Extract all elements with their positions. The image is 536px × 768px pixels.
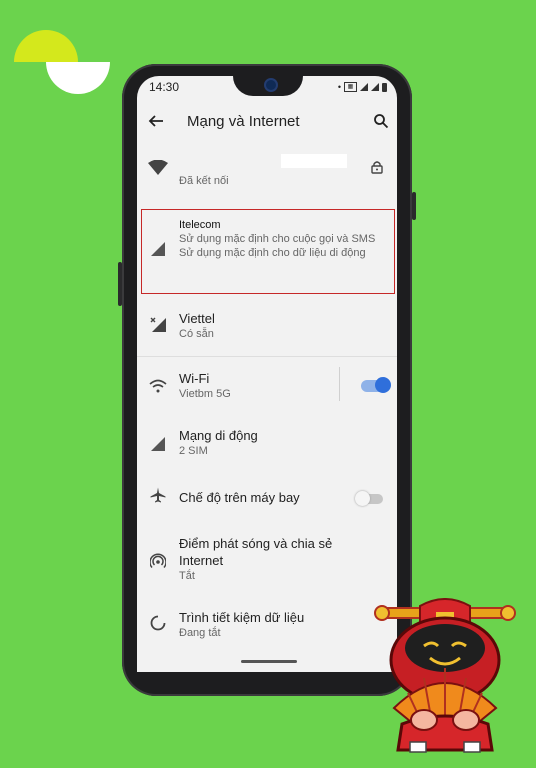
wifi-icon	[149, 379, 167, 393]
data-saver-subtitle: Đang tắt	[179, 627, 221, 639]
list-item-mobile-network[interactable]: Mạng di động 2 SIM	[137, 415, 397, 475]
redacted-network-name	[281, 154, 347, 168]
highlight-box	[141, 209, 395, 294]
list-item-wifi[interactable]: Wi-Fi Vietbm 5G	[137, 357, 397, 415]
mobile-network-title: Mạng di động	[179, 428, 258, 443]
viettel-title: Viettel	[179, 311, 215, 326]
list-item-wifi-connected[interactable]: Đã kết nối	[137, 142, 397, 212]
status-bar: 14:30 • ▦	[149, 80, 387, 94]
mobile-network-subtitle: 2 SIM	[179, 445, 208, 457]
no-signal-icon	[150, 317, 166, 332]
hotspot-icon	[150, 553, 166, 568]
hotspot-subtitle: Tắt	[179, 570, 195, 582]
lock-icon	[371, 161, 383, 174]
signal-icon-2	[371, 83, 379, 91]
list-item-data-saver[interactable]: Trình tiết kiệm dữ liệu Đang tắt	[137, 597, 397, 649]
airplane-icon	[150, 487, 166, 503]
home-indicator	[241, 660, 297, 663]
data-saver-title: Trình tiết kiệm dữ liệu	[179, 610, 305, 625]
decorative-white-semicircle	[46, 62, 110, 94]
hotspot-title: Điểm phát sóng và chia sẻ Internet	[179, 536, 333, 568]
list-item-viettel[interactable]: Viettel Có sẵn	[137, 296, 397, 356]
list-item-airplane-mode[interactable]: Chế độ trên máy bay	[137, 475, 397, 523]
wifi-divider	[339, 367, 340, 401]
viettel-subtitle: Có sẵn	[179, 328, 214, 340]
decorative-yellow-semicircle	[14, 30, 78, 62]
cell-signal-icon	[151, 437, 165, 451]
search-icon[interactable]	[373, 113, 389, 129]
list-item-hotspot[interactable]: Điểm phát sóng và chia sẻ Internet Tắt	[137, 523, 397, 597]
dot-icon: •	[337, 82, 341, 92]
page-title: Mạng và Internet	[187, 112, 300, 130]
app-bar: Mạng và Internet	[137, 100, 397, 142]
power-button	[412, 192, 416, 220]
sim-icon: ▦	[344, 82, 357, 92]
phone-screen: 14:30 • ▦ Mạng và Internet Đã kết nối It…	[137, 76, 397, 672]
volume-button	[118, 262, 122, 306]
wifi-connected-status: Đã kết nối	[179, 175, 229, 187]
mascot-illustration	[374, 598, 516, 753]
back-arrow-icon[interactable]	[147, 112, 165, 130]
wifi-toggle[interactable]	[361, 377, 391, 393]
status-time: 14:30	[149, 80, 180, 94]
battery-icon	[382, 82, 387, 92]
data-saver-icon	[150, 615, 166, 631]
airplane-toggle[interactable]	[355, 491, 383, 506]
signal-icon	[360, 83, 368, 91]
wifi-full-icon	[148, 160, 168, 175]
